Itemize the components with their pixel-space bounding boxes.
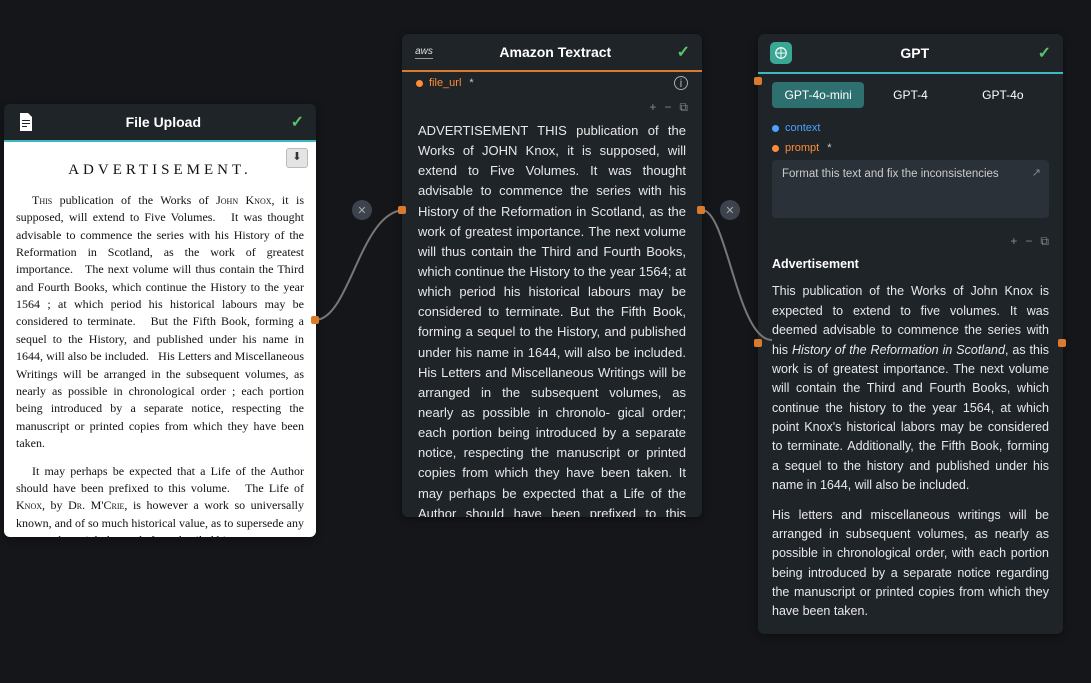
openai-icon (770, 42, 792, 64)
model-tabs: GPT-4o-mini GPT-4 GPT-4o (758, 74, 1063, 118)
required-star: * (469, 77, 473, 89)
node-title: File Upload (46, 114, 281, 130)
info-icon[interactable]: i (674, 76, 688, 90)
close-icon: ✕ (357, 204, 366, 217)
port-dot-icon (416, 80, 423, 87)
output-heading: Advertisement (772, 255, 1049, 274)
node-file-upload[interactable]: File Upload ✓ ⬇ ADVERTISEMENT. This publ… (4, 104, 316, 537)
tab-gpt4o-mini[interactable]: GPT-4o-mini (772, 82, 864, 108)
node-textract[interactable]: aws Amazon Textract ✓ file_url * i + − ⧉… (402, 34, 702, 517)
input-field-prompt[interactable]: prompt * (758, 138, 1063, 158)
wire-delete-1[interactable]: ✕ (352, 200, 372, 220)
download-icon: ⬇ (292, 150, 301, 166)
prompt-text: Format this text and fix the inconsisten… (782, 168, 999, 180)
node-title: GPT (802, 45, 1028, 61)
tab-gpt4[interactable]: GPT-4 (864, 82, 956, 108)
required-star: * (827, 142, 831, 154)
input-field-context[interactable]: context (758, 118, 1063, 138)
field-label: context (785, 122, 820, 134)
download-button[interactable]: ⬇ (286, 148, 308, 168)
remove-button[interactable]: − (1025, 234, 1032, 249)
doc-heading: ADVERTISEMENT. (16, 160, 304, 182)
input-field-file-url[interactable]: file_url * i (402, 72, 702, 94)
field-label: file_url (429, 77, 461, 89)
add-button[interactable]: + (1010, 234, 1017, 249)
document-preview: ⬇ ADVERTISEMENT. This publication of the… (4, 142, 316, 537)
node-title: Amazon Textract (444, 44, 667, 60)
port-dot-icon (772, 125, 779, 132)
remove-button[interactable]: − (664, 100, 671, 115)
copy-button[interactable]: ⧉ (679, 100, 688, 115)
status-check-icon: ✓ (677, 42, 690, 62)
field-label: prompt (785, 142, 819, 154)
add-button[interactable]: + (649, 100, 656, 115)
node-gpt[interactable]: GPT ✓ GPT-4o-mini GPT-4 GPT-4o context p… (758, 34, 1063, 634)
copy-button[interactable]: ⧉ (1040, 234, 1049, 249)
wire-delete-2[interactable]: ✕ (720, 200, 740, 220)
port-dot-icon (772, 145, 779, 152)
status-check-icon: ✓ (291, 112, 304, 132)
file-icon (16, 112, 36, 132)
textract-output: ADVERTISEMENT THIS publication of the Wo… (402, 117, 702, 517)
close-icon: ✕ (725, 204, 734, 217)
expand-icon[interactable]: ↗ (1032, 166, 1041, 179)
prompt-input[interactable]: Format this text and fix the inconsisten… (772, 160, 1049, 218)
aws-icon: aws (414, 42, 434, 62)
status-check-icon: ✓ (1038, 43, 1051, 63)
gpt-output: Advertisement This publication of the Wo… (772, 255, 1049, 622)
tab-gpt4o[interactable]: GPT-4o (957, 82, 1049, 108)
